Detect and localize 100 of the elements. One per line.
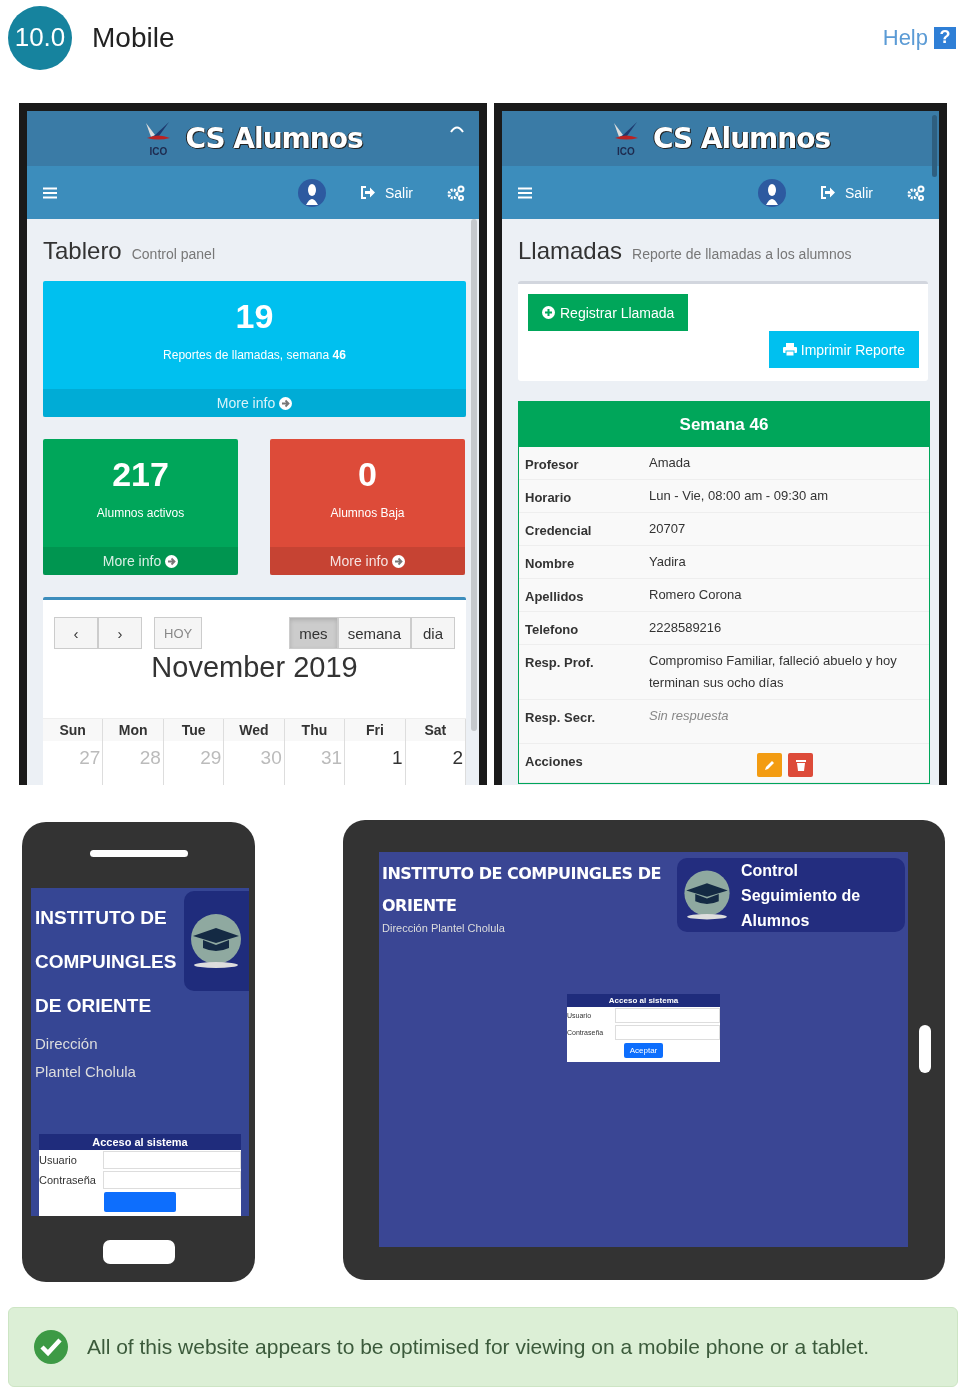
weekday-header: Sun: [43, 719, 104, 741]
field-label: Apellidos: [525, 588, 585, 606]
help-icon[interactable]: ?: [934, 26, 956, 49]
trash-icon: [795, 759, 806, 771]
field-value: Lun - Vie, 08:00 am - 09:30 am: [649, 487, 829, 505]
sign-out-icon: [360, 186, 376, 199]
field-label: Acciones: [525, 753, 584, 771]
view-tab[interactable]: mes: [289, 617, 338, 649]
user-avatar-icon[interactable]: [758, 178, 786, 207]
day-number[interactable]: 28: [103, 741, 164, 785]
institute-subtitle: Dirección Plantel Cholula: [382, 922, 506, 934]
day-number[interactable]: 29: [163, 741, 225, 785]
section-title: Tablero: [43, 237, 122, 265]
arrow-circle-icon: [279, 396, 293, 410]
field-value: Amada: [649, 454, 692, 472]
input-field[interactable]: [615, 1025, 720, 1040]
logout-link[interactable]: Salir: [820, 184, 873, 201]
section-subtitle: Reporte de llamadas a los alumnos: [632, 246, 852, 262]
day-number[interactable]: 31: [284, 741, 346, 785]
field-value: 2228589216: [649, 619, 723, 637]
sign-out-icon: [820, 186, 836, 199]
login-title: Acceso al sistema: [39, 1134, 241, 1150]
day-number[interactable]: 27: [43, 741, 104, 785]
gears-icon[interactable]: [907, 184, 925, 201]
scrollbar[interactable]: [932, 115, 937, 177]
weekday-header: Tue: [163, 719, 225, 741]
scrollbar[interactable]: [471, 219, 477, 731]
delete-button[interactable]: [788, 753, 813, 777]
app-title: CS Alumnos: [652, 122, 831, 155]
card-title: Semana 46: [519, 402, 929, 447]
field-label: Telefono: [525, 621, 580, 639]
weekday-header: Thu: [284, 719, 346, 741]
field-label: Usuario: [39, 1154, 78, 1166]
weekday-header: Sat: [405, 719, 466, 741]
arrow-circle-icon: [392, 554, 406, 568]
printer-icon: [782, 343, 797, 356]
banner-text: All of this website appears to be optimised for viewing on a mobile phone or a tablet.: [87, 1335, 870, 1359]
field-label: Resp. Prof.: [525, 654, 595, 672]
field-value: Sin respuesta: [649, 707, 730, 725]
more-info-link[interactable]: More info: [270, 547, 465, 575]
calendar-title: November 2019: [150, 651, 359, 685]
today-button[interactable]: HOY: [154, 617, 203, 649]
field-label: Resp. Secr.: [525, 709, 597, 727]
field-value: Compromiso Familiar, falleció abuelo y hoy terminan sus ocho días: [649, 652, 898, 692]
input-field[interactable]: [615, 1008, 720, 1023]
login-title: Acceso al sistema: [567, 994, 720, 1007]
weekday-header: Mon: [103, 719, 164, 741]
system-name: Control Seguimiento de Alumnos: [741, 860, 861, 931]
input-field[interactable]: [103, 1151, 241, 1169]
app-title: CS Alumnos: [185, 122, 363, 155]
input-field[interactable]: [103, 1171, 241, 1189]
login-button[interactable]: Aceptar: [623, 1043, 664, 1058]
view-tab[interactable]: dia: [411, 617, 455, 649]
institute-subtitle: Dirección Plantel Cholula: [35, 1034, 137, 1082]
version-badge: 10.0: [8, 5, 72, 70]
stat-value: 19: [234, 297, 275, 336]
edit-button[interactable]: [757, 753, 782, 777]
logout-link[interactable]: Salir: [360, 184, 413, 201]
weekday-header: Fri: [345, 719, 406, 741]
field-value: Yadira: [649, 553, 687, 571]
field-label: Nombre: [525, 555, 576, 573]
section-subtitle: Control panel: [131, 246, 215, 262]
register-call-button[interactable]: Registrar Llamada: [528, 294, 689, 331]
chevron-up-icon[interactable]: [449, 125, 465, 133]
weekday-header: Wed: [224, 719, 285, 741]
institute-title: INSTITUTO DE COMPUINGLES DE ORIENTE: [35, 906, 178, 1018]
field-value: 20707: [649, 520, 687, 538]
logo-text: ICO: [617, 147, 635, 156]
field-label: Horario: [525, 489, 573, 507]
check-circle-icon: [33, 1329, 69, 1365]
day-number[interactable]: 1: [345, 741, 406, 785]
plus-circle-icon: [542, 306, 555, 319]
stat-label: Alumnos activos: [95, 506, 186, 522]
stat-label: Reportes de llamadas, semana 46: [162, 348, 347, 364]
home-button[interactable]: [102, 1240, 175, 1264]
logo-text: ICO: [149, 147, 168, 156]
menu-icon[interactable]: [518, 186, 532, 199]
arrow-circle-icon: [165, 554, 179, 568]
field-label: Contraseña: [39, 1174, 97, 1186]
menu-icon[interactable]: [43, 186, 57, 199]
field-value: Romero Corona: [649, 586, 743, 604]
previous-button[interactable]: ‹: [54, 617, 98, 649]
day-number[interactable]: 30: [224, 741, 285, 785]
page-title: Mobile: [92, 21, 175, 54]
field-label: Profesor: [525, 456, 580, 474]
print-report-button[interactable]: Imprimir Reporte: [768, 331, 919, 368]
section-title: Llamadas: [518, 237, 623, 265]
help-link[interactable]: Help: [882, 24, 928, 51]
stat-value: 0: [357, 455, 378, 494]
view-tab[interactable]: semana: [337, 617, 411, 649]
more-info-link[interactable]: More info: [43, 389, 466, 417]
home-button[interactable]: [919, 1025, 931, 1073]
institute-title: INSTITUTO DE COMPUINGLES DE ORIENTE: [382, 863, 662, 917]
pencil-icon: [764, 759, 775, 771]
more-info-link[interactable]: More info: [43, 547, 238, 575]
day-number[interactable]: 2: [405, 741, 466, 785]
stat-label: Alumnos Baja: [329, 506, 406, 522]
user-avatar-icon[interactable]: [298, 178, 326, 207]
gears-icon[interactable]: [447, 184, 465, 201]
next-button[interactable]: ›: [98, 617, 142, 649]
